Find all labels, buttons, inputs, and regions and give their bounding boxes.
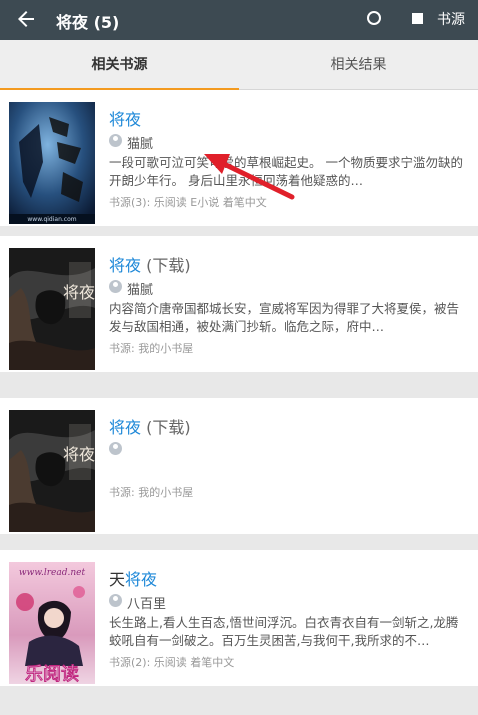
book-source-meta: 书源: 我的小书屋 [109, 486, 194, 499]
author-avatar-icon [109, 280, 122, 293]
author-name: 八百里 [127, 597, 167, 612]
book-title[interactable]: 将夜 (下载) [109, 414, 191, 438]
book-source-button[interactable]: 书源 [437, 9, 465, 29]
cover-watermark-text: www.qidian.com [27, 216, 76, 223]
book-cover-image: www.lread.net 乐阅读 [9, 562, 95, 684]
cover-title-text: 将夜 [63, 445, 95, 464]
page-title: 将夜 (5) [56, 13, 120, 32]
tab-label: 相关结果 [330, 57, 387, 73]
book-source-meta: 书源(2): 乐阅读 着笔中文 [109, 656, 235, 669]
cover-url-text: www.lread.net [19, 568, 86, 578]
book-list-item[interactable]: www.lread.net 乐阅读 天将夜 八百里 长生路上,看人生百态,悟世间… [0, 550, 478, 686]
tab-related-sources[interactable]: 相关书源 [0, 40, 239, 91]
book-cover-image: 将夜 [9, 410, 95, 532]
author-name: 猫腻 [127, 283, 154, 298]
title-suffix: (下载) [141, 256, 191, 275]
book-title[interactable]: 天将夜 [109, 566, 157, 590]
book-title[interactable]: 将夜 (下载) [109, 252, 191, 276]
back-arrow-icon[interactable] [14, 7, 38, 31]
app-bar: 将夜 (5) 书源 [0, 0, 478, 40]
book-list-item[interactable]: www.qidian.com 将夜 猫腻 一段可歌可泣可笑可爱的草根崛起史。 一… [0, 90, 478, 226]
title-prefix: 天 [109, 570, 126, 589]
book-title[interactable]: 将夜 [109, 106, 141, 130]
title-highlight: 将夜 [109, 418, 142, 437]
title-highlight: 将夜 [109, 110, 142, 129]
stop-square-icon[interactable] [412, 13, 423, 24]
book-intro: 内容简介唐帝国都城长安，宣威将军因为得罪了大将夏侯，被告发与敌国相通，被处满门抄… [109, 301, 460, 334]
title-highlight: 将夜 [109, 256, 142, 275]
book-list-item[interactable]: 将夜 将夜 (下载) 猫腻 内容简介唐帝国都城长安，宣威将军因为得罪了大将夏侯，… [0, 236, 478, 372]
author-avatar-icon [109, 134, 122, 147]
tab-label: 相关书源 [91, 57, 148, 73]
book-cover-image: 将夜 [9, 248, 95, 370]
book-cover-image: www.qidian.com [9, 102, 95, 224]
book-list-item[interactable]: 将夜 将夜 (下载) 书源: 我的小书屋 [0, 398, 478, 534]
cover-brand-text: 乐阅读 [25, 664, 79, 684]
tab-related-results[interactable]: 相关结果 [239, 40, 478, 90]
tab-bar: 相关书源 相关结果 [0, 40, 478, 91]
title-suffix: (下载) [141, 418, 191, 437]
book-intro: 长生路上,看人生百态,悟世间浮沉。白衣青衣自有一剑斩之,龙腾蛟吼自有一剑破之。百… [109, 615, 459, 648]
author-avatar-icon [109, 442, 122, 455]
title-highlight: 将夜 [125, 570, 158, 589]
author-name: 猫腻 [127, 137, 154, 152]
cover-title-text: 将夜 [63, 283, 95, 302]
circle-icon[interactable] [367, 11, 381, 25]
book-source-meta: 书源: 我的小书屋 [109, 342, 194, 355]
author-avatar-icon [109, 594, 122, 607]
red-arrow-annotation [204, 154, 295, 200]
